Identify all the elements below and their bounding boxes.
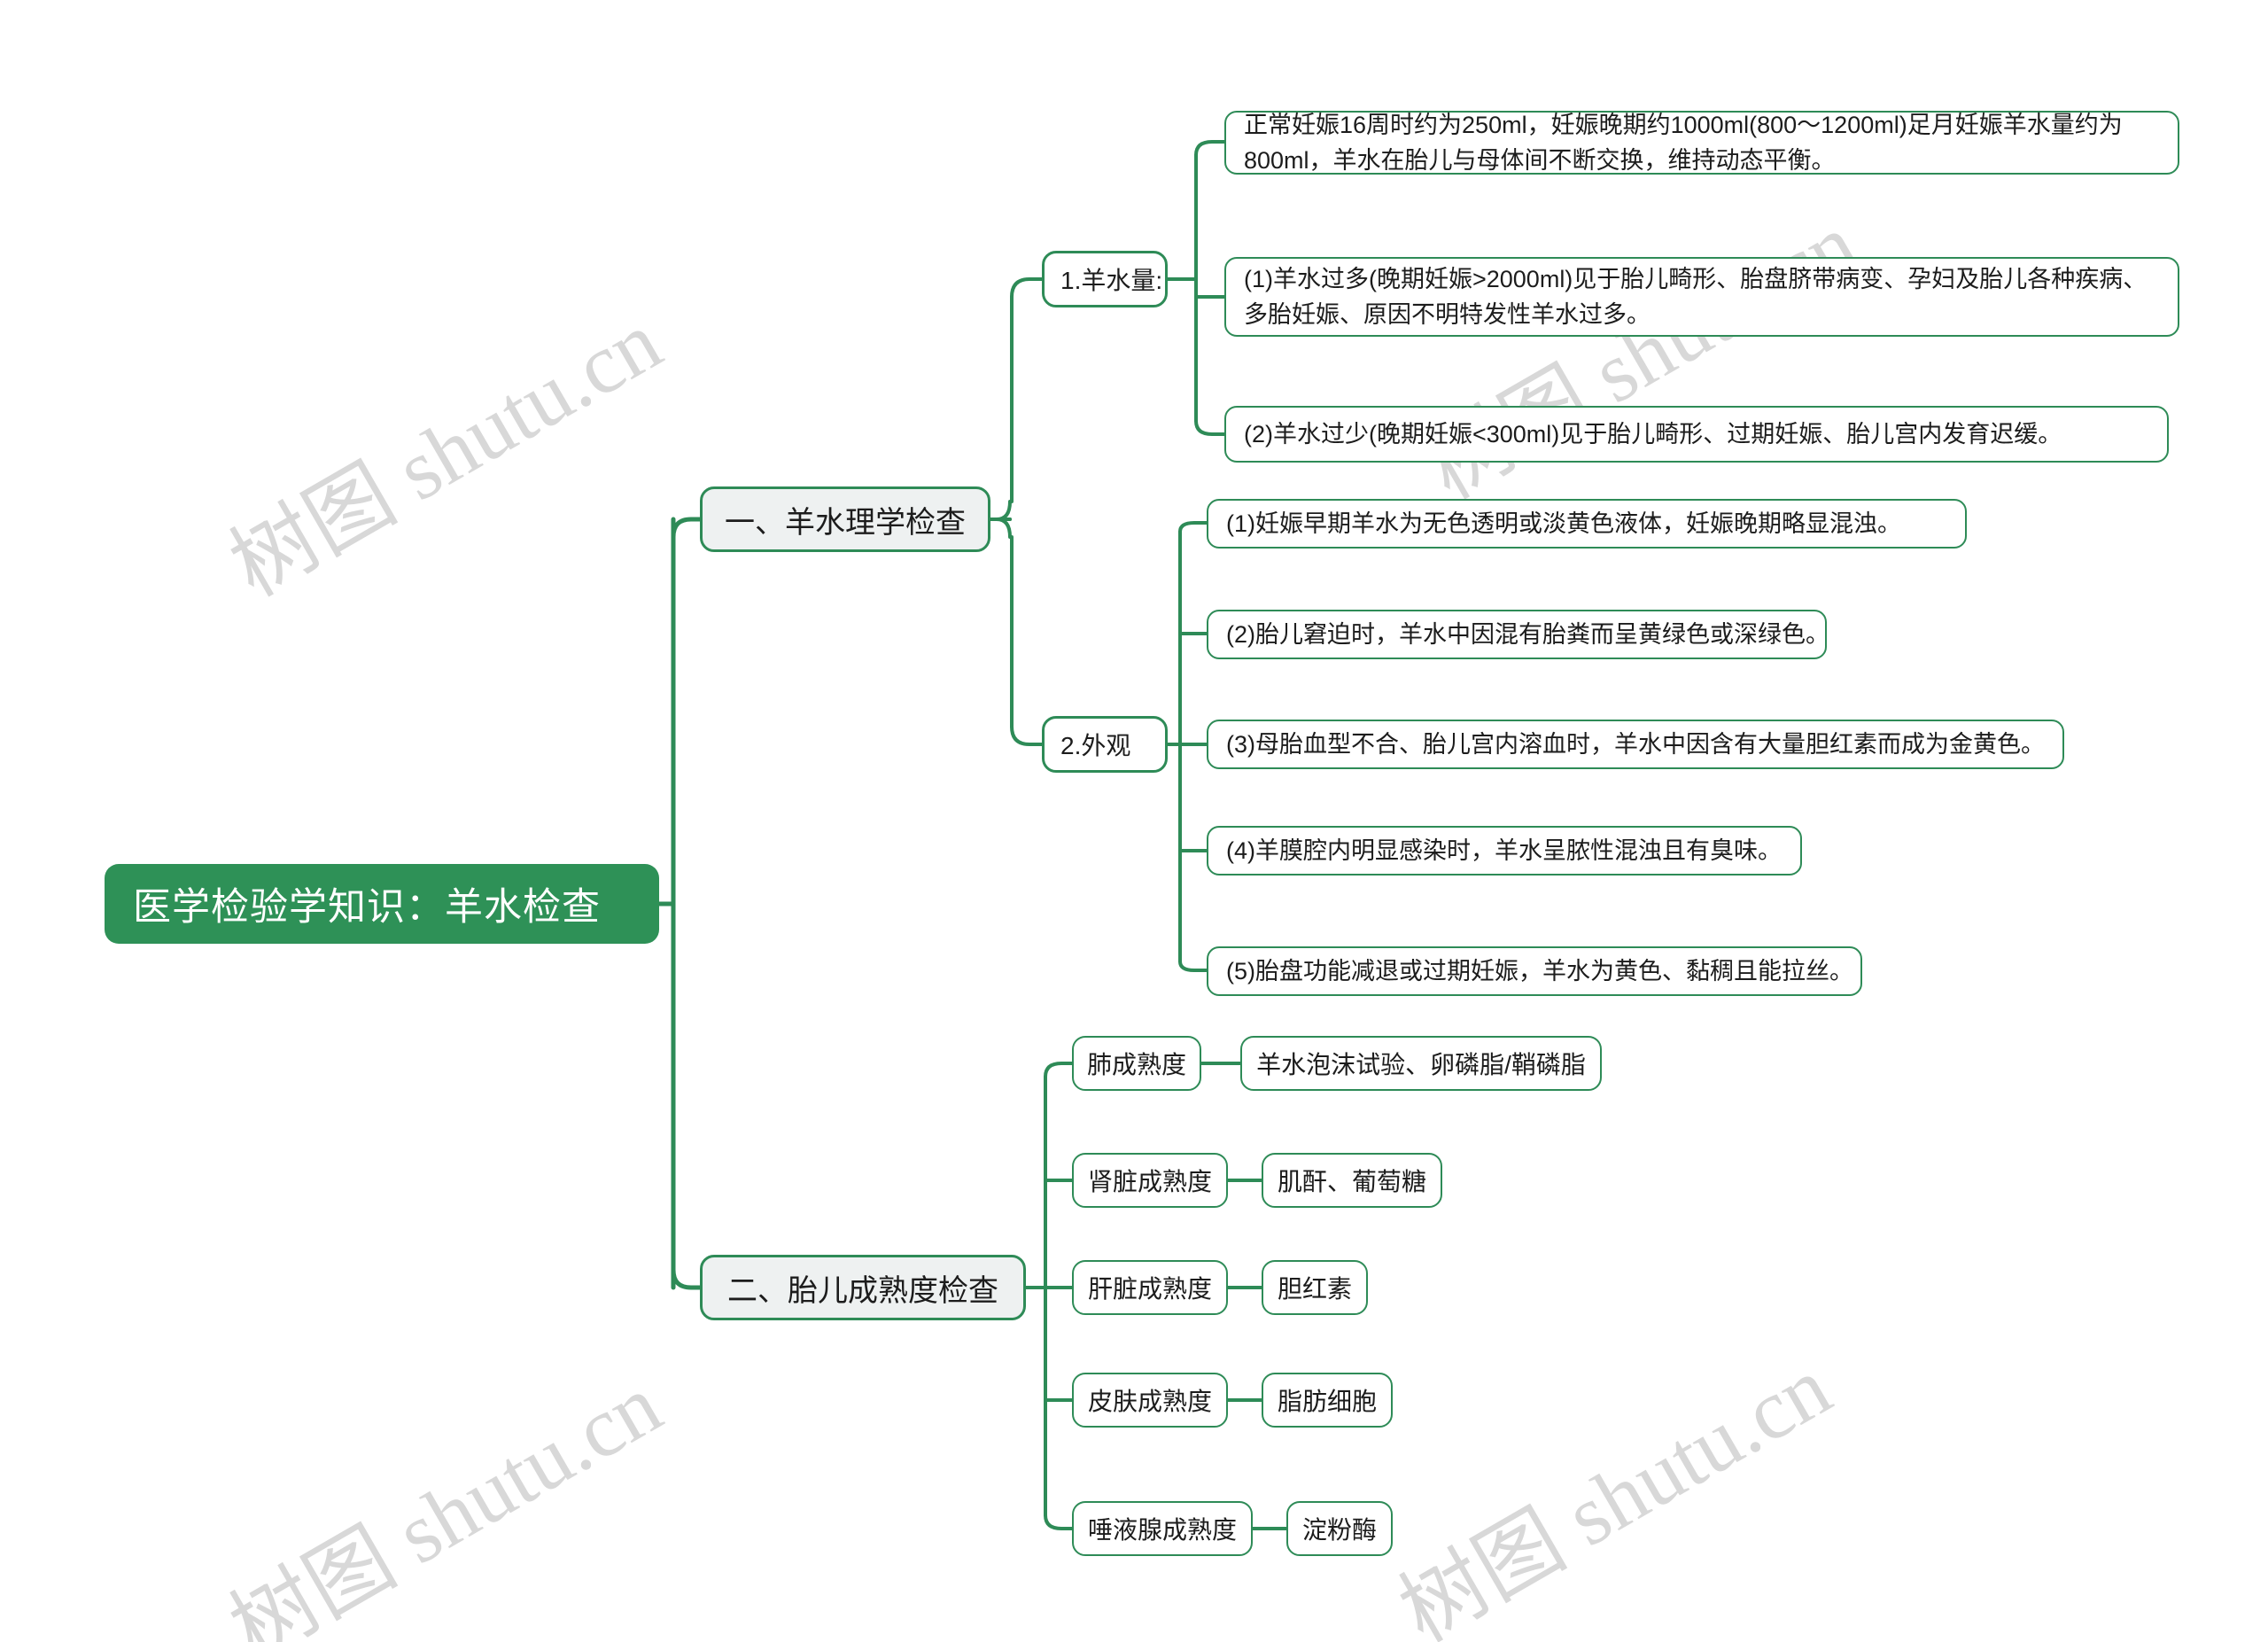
detail-node-appearance-3[interactable]: (3)母胎血型不合、胎儿宫内溶血时，羊水中因含有大量胆红素而成为金黄色。 xyxy=(1207,720,2064,769)
detail-node-text: (4)羊膜腔内明显感染时，羊水呈脓性混浊且有臭味。 xyxy=(1226,837,1782,864)
detail-node-text: (2)羊水过少(晚期妊娠<300ml)见于胎儿畸形、过期妊娠、胎儿宫内发育迟缓。 xyxy=(1244,420,2062,447)
detail-node-text: 羊水泡沫试验、卵磷脂/鞘磷脂 xyxy=(1256,1051,1586,1078)
node-liver-maturity[interactable]: 肝脏成熟度 xyxy=(1072,1260,1228,1315)
detail-node-liver-tests[interactable]: 胆红素 xyxy=(1262,1260,1368,1315)
detail-node-volume-normal[interactable]: 正常妊娠16周时约为250ml，妊娠晚期约1000ml(800～1200ml)足… xyxy=(1224,111,2179,175)
detail-node-appearance-5[interactable]: (5)胎盘功能减退或过期妊娠，羊水为黄色、黏稠且能拉丝。 xyxy=(1207,946,1862,996)
detail-node-text: 肌酐、葡萄糖 xyxy=(1278,1168,1427,1195)
node-label: 皮肤成熟度 xyxy=(1088,1388,1213,1415)
branch-node-physical-exam[interactable]: 一、羊水理学检查 xyxy=(700,486,990,552)
detail-node-lung-tests[interactable]: 羊水泡沫试验、卵磷脂/鞘磷脂 xyxy=(1240,1036,1602,1091)
detail-node-text: 脂肪细胞 xyxy=(1278,1388,1378,1415)
node-appearance[interactable]: 2.外观 xyxy=(1042,716,1168,773)
root-node-label: 医学检验学知识：羊水检查 xyxy=(133,886,601,929)
detail-node-text: (1)羊水过多(晚期妊娠>2000ml)见于胎儿畸形、胎盘脐带病变、孕妇及胎儿各… xyxy=(1244,265,2148,329)
node-salivary-gland-maturity[interactable]: 唾液腺成熟度 xyxy=(1072,1501,1253,1556)
node-kidney-maturity[interactable]: 肾脏成熟度 xyxy=(1072,1153,1228,1208)
node-lung-maturity[interactable]: 肺成熟度 xyxy=(1072,1036,1201,1091)
detail-node-appearance-1[interactable]: (1)妊娠早期羊水为无色透明或淡黄色液体，妊娠晚期略显混浊。 xyxy=(1207,499,1967,549)
node-label: 1.羊水量: xyxy=(1060,267,1163,294)
detail-node-kidney-tests[interactable]: 肌酐、葡萄糖 xyxy=(1262,1153,1442,1208)
branch-node-label: 一、羊水理学检查 xyxy=(725,505,966,540)
detail-node-text: 胆红素 xyxy=(1278,1275,1353,1303)
node-amniotic-fluid-volume[interactable]: 1.羊水量: xyxy=(1042,251,1168,307)
detail-node-text: (1)妊娠早期羊水为无色透明或淡黄色液体，妊娠晚期略显混浊。 xyxy=(1226,510,1901,537)
detail-node-appearance-4[interactable]: (4)羊膜腔内明显感染时，羊水呈脓性混浊且有臭味。 xyxy=(1207,826,1802,875)
detail-node-text: 正常妊娠16周时约为250ml，妊娠晚期约1000ml(800～1200ml)足… xyxy=(1244,111,2123,175)
root-node[interactable]: 医学检验学知识：羊水检查 xyxy=(105,864,659,944)
detail-node-oligohydramnios[interactable]: (2)羊水过少(晚期妊娠<300ml)见于胎儿畸形、过期妊娠、胎儿宫内发育迟缓。 xyxy=(1224,406,2169,463)
detail-node-text: (3)母胎血型不合、胎儿宫内溶血时，羊水中因含有大量胆红素而成为金黄色。 xyxy=(1226,730,2045,758)
node-label: 肝脏成熟度 xyxy=(1088,1275,1213,1303)
node-label: 肾脏成熟度 xyxy=(1088,1168,1213,1195)
detail-node-skin-tests[interactable]: 脂肪细胞 xyxy=(1262,1373,1393,1428)
detail-node-appearance-2[interactable]: (2)胎儿窘迫时，羊水中因混有胎粪而呈黄绿色或深绿色。 xyxy=(1207,610,1829,659)
node-label: 唾液腺成熟度 xyxy=(1088,1516,1238,1544)
node-label: 2.外观 xyxy=(1060,732,1131,759)
node-label: 肺成熟度 xyxy=(1087,1051,1187,1078)
branch-node-fetal-maturity[interactable]: 二、胎儿成熟度检查 xyxy=(700,1255,1026,1320)
node-skin-maturity[interactable]: 皮肤成熟度 xyxy=(1072,1373,1228,1428)
branch-node-label: 二、胎儿成熟度检查 xyxy=(727,1273,998,1308)
mindmap-nodes: 医学检验学知识：羊水检查 一、羊水理学检查 二、胎儿成熟度检查 1.羊水量: 2… xyxy=(0,0,2268,1642)
detail-node-text: 淀粉酶 xyxy=(1302,1516,1378,1544)
detail-node-text: (5)胎盘功能减退或过期妊娠，羊水为黄色、黏稠且能拉丝。 xyxy=(1226,957,1853,984)
detail-node-polyhydramnios[interactable]: (1)羊水过多(晚期妊娠>2000ml)见于胎儿畸形、胎盘脐带病变、孕妇及胎儿各… xyxy=(1224,257,2179,337)
detail-node-salivary-tests[interactable]: 淀粉酶 xyxy=(1286,1501,1393,1556)
detail-node-text: (2)胎儿窘迫时，羊水中因混有胎粪而呈黄绿色或深绿色。 xyxy=(1226,620,1829,648)
